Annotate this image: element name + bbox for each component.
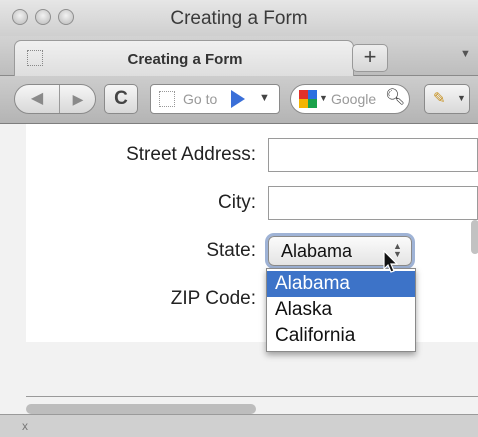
horizontal-scrollbar[interactable] — [26, 404, 256, 414]
search-bar[interactable]: ▼ Google 🔍︎ — [290, 84, 410, 114]
state-option-california[interactable]: California — [267, 323, 415, 349]
tab-label: Creating a Form — [127, 51, 243, 68]
pencil-icon: ✎ — [433, 90, 446, 107]
tab-creating-a-form[interactable]: Creating a Form — [14, 40, 354, 76]
browser-window: Creating a Form Creating a Form + ▼ ◀ ▶ … — [0, 0, 478, 437]
url-bar[interactable]: Go to ▼ — [150, 84, 280, 114]
navigation-toolbar: ◀ ▶ C Go to ▼ ▼ Google 🔍︎ ✎ ▼ — [0, 76, 478, 124]
back-button[interactable]: ◀ — [15, 85, 60, 113]
search-engine-dropdown-icon[interactable]: ▼ — [319, 93, 328, 103]
state-label: State: — [206, 240, 256, 261]
new-tab-button[interactable]: + — [352, 44, 388, 72]
url-history-dropdown-icon[interactable]: ▼ — [259, 92, 270, 104]
title-bar: Creating a Form — [0, 0, 478, 36]
divider — [26, 396, 478, 397]
close-addon-bar-icon[interactable]: x — [22, 419, 28, 433]
window-title: Creating a Form — [170, 8, 308, 29]
forward-button[interactable]: ▶ — [61, 85, 95, 113]
site-identity-icon — [159, 91, 175, 107]
page-content: Street Address: City: State: Alabama ▲ ▼ … — [0, 124, 478, 414]
reload-icon: C — [114, 88, 128, 109]
forward-arrow-icon: ▶ — [72, 91, 84, 107]
google-search-engine-icon[interactable] — [299, 90, 317, 108]
url-input[interactable]: Go to — [183, 91, 219, 107]
reload-button[interactable]: C — [104, 84, 138, 114]
back-arrow-icon: ◀ — [30, 90, 44, 107]
extension-dropdown-icon[interactable]: ▼ — [457, 93, 466, 103]
state-dropdown-list: Alabama Alaska California — [266, 268, 416, 352]
mouse-cursor-icon — [383, 250, 399, 273]
tab-list-menu-icon[interactable]: ▼ — [460, 48, 471, 60]
city-field[interactable] — [268, 186, 478, 220]
tab-bar: Creating a Form + ▼ — [0, 36, 478, 76]
go-arrow-icon[interactable] — [231, 90, 245, 108]
search-input[interactable]: Google — [331, 91, 381, 107]
back-forward-group: ◀ ▶ — [14, 84, 96, 114]
street-address-field[interactable] — [268, 138, 478, 172]
street-address-label: Street Address: — [126, 144, 256, 165]
state-option-alaska[interactable]: Alaska — [267, 297, 415, 323]
city-label: City: — [218, 192, 256, 213]
state-select-value: Alabama — [281, 241, 353, 261]
search-icon[interactable]: 🔍︎ — [385, 87, 405, 107]
status-bar: x — [0, 414, 478, 437]
zip-code-label: ZIP Code: — [170, 288, 256, 309]
state-option-alabama[interactable]: Alabama — [267, 271, 415, 297]
vertical-scrollbar[interactable] — [471, 220, 478, 254]
extension-button[interactable]: ✎ ▼ — [424, 84, 470, 114]
